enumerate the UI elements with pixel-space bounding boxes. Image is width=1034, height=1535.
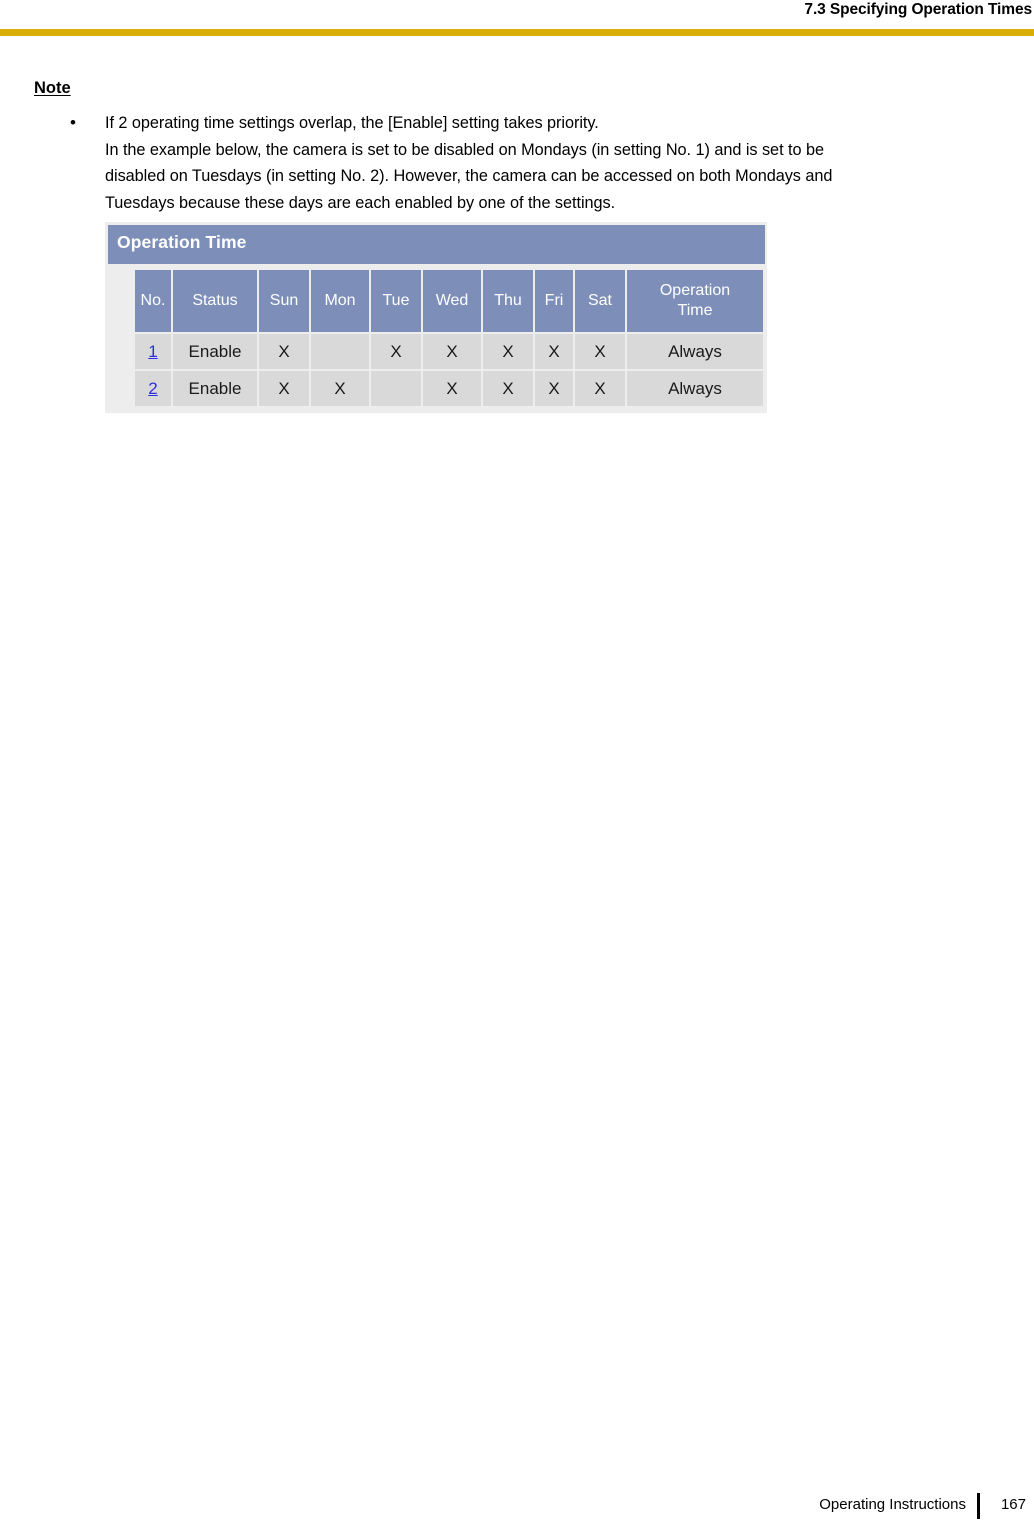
- cell-thu: X: [483, 334, 533, 369]
- page-number: 167: [1000, 1496, 1026, 1513]
- column-header-tue: Tue: [371, 270, 421, 332]
- cell-sun: X: [259, 371, 309, 406]
- row-number-link[interactable]: 2: [148, 379, 157, 398]
- note-line: If 2 operating time settings overlap, th…: [105, 114, 599, 132]
- note-heading: Note: [34, 79, 71, 97]
- column-header-no: No.: [135, 270, 171, 332]
- table-header: No. Status Sun Mon Tue Wed Thu Fri Sat O…: [135, 270, 763, 332]
- cell-status: Enable: [173, 334, 257, 369]
- table-row: 1 Enable X X X X X X Always: [135, 334, 763, 369]
- cell-mon: X: [311, 371, 369, 406]
- cell-operation-time: Always: [627, 334, 763, 369]
- operation-time-header-line1: Operation: [659, 282, 731, 299]
- note-line: disabled on Tuesdays (in setting No. 2).…: [105, 167, 833, 185]
- table-header-row: No. Status Sun Mon Tue Wed Thu Fri Sat O…: [135, 270, 763, 332]
- note-line: In the example below, the camera is set …: [105, 140, 824, 159]
- note-body-text: If 2 operating time settings overlap, th…: [105, 110, 1019, 216]
- page-header: 7.3 Specifying Operation Times: [0, 0, 1034, 40]
- header-divider-rule: [0, 29, 1034, 36]
- row-number-link[interactable]: 1: [148, 342, 157, 361]
- column-header-sat: Sat: [575, 270, 625, 332]
- column-header-sun: Sun: [259, 270, 309, 332]
- note-line: Tuesdays because these days are each ena…: [105, 193, 616, 212]
- operation-time-header-line2: Time: [677, 302, 713, 319]
- cell-tue: X: [371, 334, 421, 369]
- cell-tue: [371, 371, 421, 406]
- cell-operation-time: Always: [627, 371, 763, 406]
- column-header-fri: Fri: [535, 270, 573, 332]
- cell-wed: X: [423, 371, 481, 406]
- column-header-status: Status: [173, 270, 257, 332]
- cell-status: Enable: [173, 371, 257, 406]
- page-footer: Operating Instructions 167: [0, 1493, 1034, 1526]
- column-header-thu: Thu: [483, 270, 533, 332]
- footer-separator: [977, 1493, 980, 1519]
- operation-time-title: Operation Time: [108, 225, 765, 264]
- cell-sat: X: [575, 371, 625, 406]
- column-header-mon: Mon: [311, 270, 369, 332]
- bullet-icon: •: [70, 113, 76, 132]
- page-title: 7.3 Specifying Operation Times: [804, 1, 1032, 18]
- cell-no: 2: [135, 371, 171, 406]
- operation-time-panel: Operation Time No. Status Sun Mon Tue We…: [105, 222, 767, 413]
- footer-document-label: Operating Instructions: [819, 1496, 966, 1513]
- cell-fri: X: [535, 334, 573, 369]
- cell-sun: X: [259, 334, 309, 369]
- cell-mon: [311, 334, 369, 369]
- cell-no: 1: [135, 334, 171, 369]
- column-header-operation-time: Operation Time: [627, 270, 763, 332]
- note-list: • If 2 operating time settings overlap, …: [34, 110, 1019, 216]
- cell-fri: X: [535, 371, 573, 406]
- list-item: • If 2 operating time settings overlap, …: [34, 110, 1019, 216]
- table-body: 1 Enable X X X X X X Always 2 Enable X X…: [135, 334, 763, 406]
- cell-wed: X: [423, 334, 481, 369]
- operation-time-table: No. Status Sun Mon Tue Wed Thu Fri Sat O…: [133, 268, 765, 408]
- table-row: 2 Enable X X X X X X Always: [135, 371, 763, 406]
- cell-thu: X: [483, 371, 533, 406]
- cell-sat: X: [575, 334, 625, 369]
- column-header-wed: Wed: [423, 270, 481, 332]
